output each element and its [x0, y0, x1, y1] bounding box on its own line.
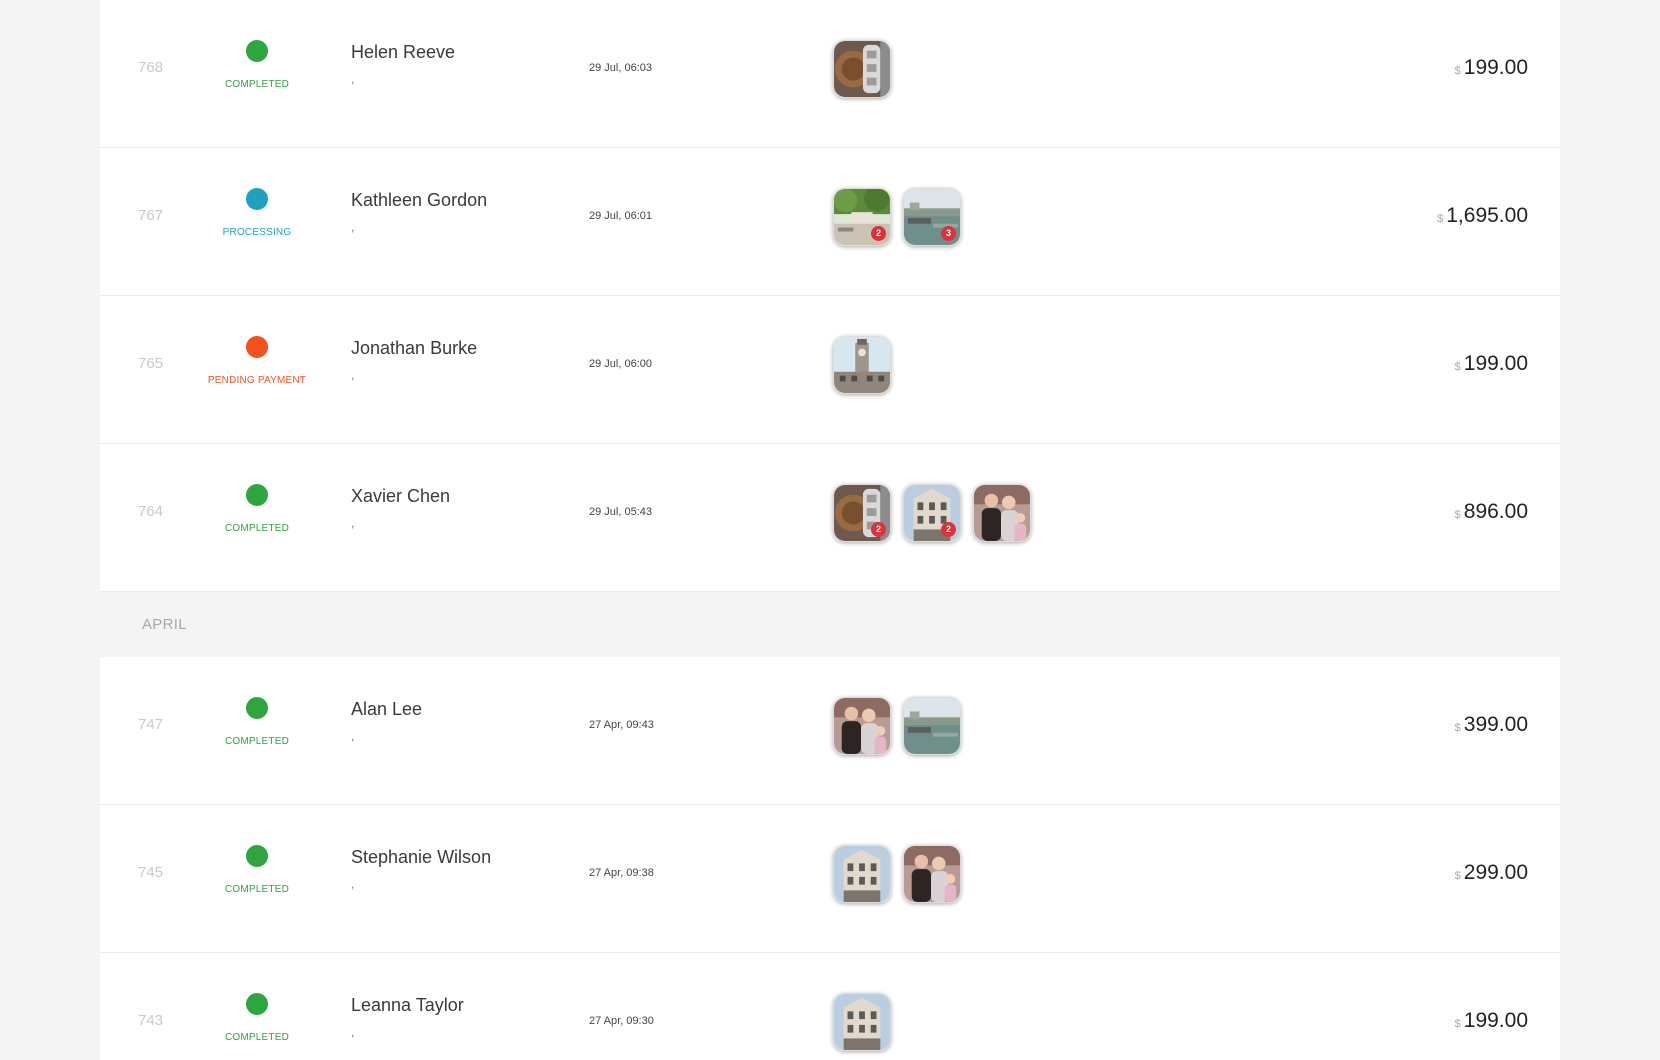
status-dot-icon	[246, 188, 268, 210]
customer-name[interactable]: Stephanie Wilson	[351, 847, 491, 868]
order-total: $199.00	[1455, 56, 1528, 80]
order-id: 767	[138, 207, 164, 224]
order-date: 29 Jul, 05:43	[589, 506, 652, 518]
quantity-badge: 2	[871, 522, 886, 537]
order-date: 27 Apr, 09:43	[589, 719, 654, 731]
order-id: 743	[138, 1012, 164, 1029]
customer-subline: ,	[351, 1025, 355, 1039]
order-total: $199.00	[1455, 352, 1528, 376]
product-thumbnails	[833, 845, 961, 903]
building-photo-icon[interactable]	[833, 993, 891, 1051]
order-row[interactable]: 767 PROCESSING Kathleen Gordon, 29 Jul, 06:…	[100, 148, 1560, 296]
customer-subline: ,	[351, 72, 355, 86]
status-label: PROCESSING	[222, 227, 292, 238]
customer-name[interactable]: Xavier Chen	[351, 486, 450, 507]
order-total: $299.00	[1455, 861, 1528, 885]
customer-name[interactable]: Alan Lee	[351, 699, 422, 720]
currency-symbol: $	[1437, 213, 1444, 225]
customer-name[interactable]: Helen Reeve	[351, 42, 455, 63]
people-photo-icon[interactable]	[833, 697, 891, 755]
status-dot-icon	[246, 484, 268, 506]
order-total: $896.00	[1455, 500, 1528, 524]
status-label: COMPLETED	[224, 79, 290, 90]
section-label: APRIL	[142, 616, 187, 633]
status-dot-icon	[246, 336, 268, 358]
customer-subline: ,	[351, 368, 355, 382]
status-dot-icon	[246, 845, 268, 867]
order-row[interactable]: 764 COMPLETED Xavier Chen, 29 Jul, 05:43 2 2 $…	[100, 444, 1560, 592]
status-dot-icon	[246, 40, 268, 62]
product-thumbnails: 23	[833, 188, 961, 246]
customer-name[interactable]: Jonathan Burke	[351, 338, 477, 359]
river-photo-icon[interactable]: 3	[903, 188, 961, 246]
order-total: $399.00	[1455, 713, 1528, 737]
order-row[interactable]: 745 COMPLETED Stephanie Wilson, 27 Apr, 09:…	[100, 805, 1560, 953]
order-date: 29 Jul, 06:01	[589, 210, 652, 222]
order-id: 745	[138, 864, 164, 881]
order-row[interactable]: 747 COMPLETED Alan Lee, 27 Apr, 09:43 $399.0…	[100, 657, 1560, 805]
currency-symbol: $	[1454, 722, 1461, 734]
people-photo-icon[interactable]	[973, 484, 1031, 542]
tower-photo-icon[interactable]: 2	[833, 484, 891, 542]
total-amount: 199.00	[1463, 56, 1528, 79]
customer-subline: ,	[351, 877, 355, 891]
product-thumbnails	[833, 697, 961, 755]
total-amount: 896.00	[1463, 500, 1528, 523]
product-thumbnails	[833, 40, 891, 98]
customer-subline: ,	[351, 220, 355, 234]
currency-symbol: $	[1454, 361, 1461, 373]
customer-subline: ,	[351, 516, 355, 530]
quantity-badge: 2	[941, 522, 956, 537]
order-date: 29 Jul, 06:00	[589, 358, 652, 370]
section-header: APRIL	[100, 592, 1560, 657]
order-total: $1,695.00	[1437, 204, 1528, 228]
order-row[interactable]: 768 COMPLETED Helen Reeve, 29 Jul, 06:03 $19…	[100, 0, 1560, 148]
status-label: COMPLETED	[224, 1032, 290, 1043]
status-dot-icon	[246, 697, 268, 719]
customer-subline: ,	[351, 729, 355, 743]
building-photo-icon[interactable]	[833, 845, 891, 903]
order-date: 29 Jul, 06:03	[589, 62, 652, 74]
product-thumbnails	[833, 993, 891, 1051]
clocktower-photo-icon[interactable]	[833, 336, 891, 394]
status-dot-icon	[246, 993, 268, 1015]
total-amount: 199.00	[1463, 352, 1528, 375]
status-label: COMPLETED	[224, 736, 290, 747]
product-thumbnails: 22	[833, 484, 1031, 542]
customer-name[interactable]: Kathleen Gordon	[351, 190, 487, 211]
currency-symbol: $	[1454, 509, 1461, 521]
river-photo-icon[interactable]	[903, 697, 961, 755]
quantity-badge: 2	[871, 226, 886, 241]
total-amount: 399.00	[1463, 713, 1528, 736]
order-date: 27 Apr, 09:30	[589, 1015, 654, 1027]
order-id: 765	[138, 355, 164, 372]
total-amount: 299.00	[1463, 861, 1528, 884]
total-amount: 1,695.00	[1446, 204, 1528, 227]
building-photo-icon[interactable]: 2	[903, 484, 961, 542]
people-photo-icon[interactable]	[903, 845, 961, 903]
garden-photo-icon[interactable]: 2	[833, 188, 891, 246]
orders-list: 768 COMPLETED Helen Reeve, 29 Jul, 06:03 $19…	[100, 0, 1560, 1060]
currency-symbol: $	[1454, 65, 1461, 77]
order-row[interactable]: 765 PENDING PAYMENT Jonathan Burke, 29 Jul,…	[100, 296, 1560, 444]
product-thumbnails	[833, 336, 891, 394]
order-id: 764	[138, 503, 164, 520]
customer-name[interactable]: Leanna Taylor	[351, 995, 464, 1016]
currency-symbol: $	[1454, 1018, 1461, 1030]
tower-photo-icon[interactable]	[833, 40, 891, 98]
order-id: 747	[138, 716, 164, 733]
status-label: COMPLETED	[224, 884, 290, 895]
order-total: $199.00	[1455, 1009, 1528, 1033]
total-amount: 199.00	[1463, 1009, 1528, 1032]
quantity-badge: 3	[941, 226, 956, 241]
order-row[interactable]: 743 COMPLETED Leanna Taylor, 27 Apr, 09:30 $…	[100, 953, 1560, 1060]
currency-symbol: $	[1454, 870, 1461, 882]
status-label: PENDING PAYMENT	[207, 375, 307, 386]
order-id: 768	[138, 59, 164, 76]
order-date: 27 Apr, 09:38	[589, 867, 654, 879]
status-label: COMPLETED	[224, 523, 290, 534]
